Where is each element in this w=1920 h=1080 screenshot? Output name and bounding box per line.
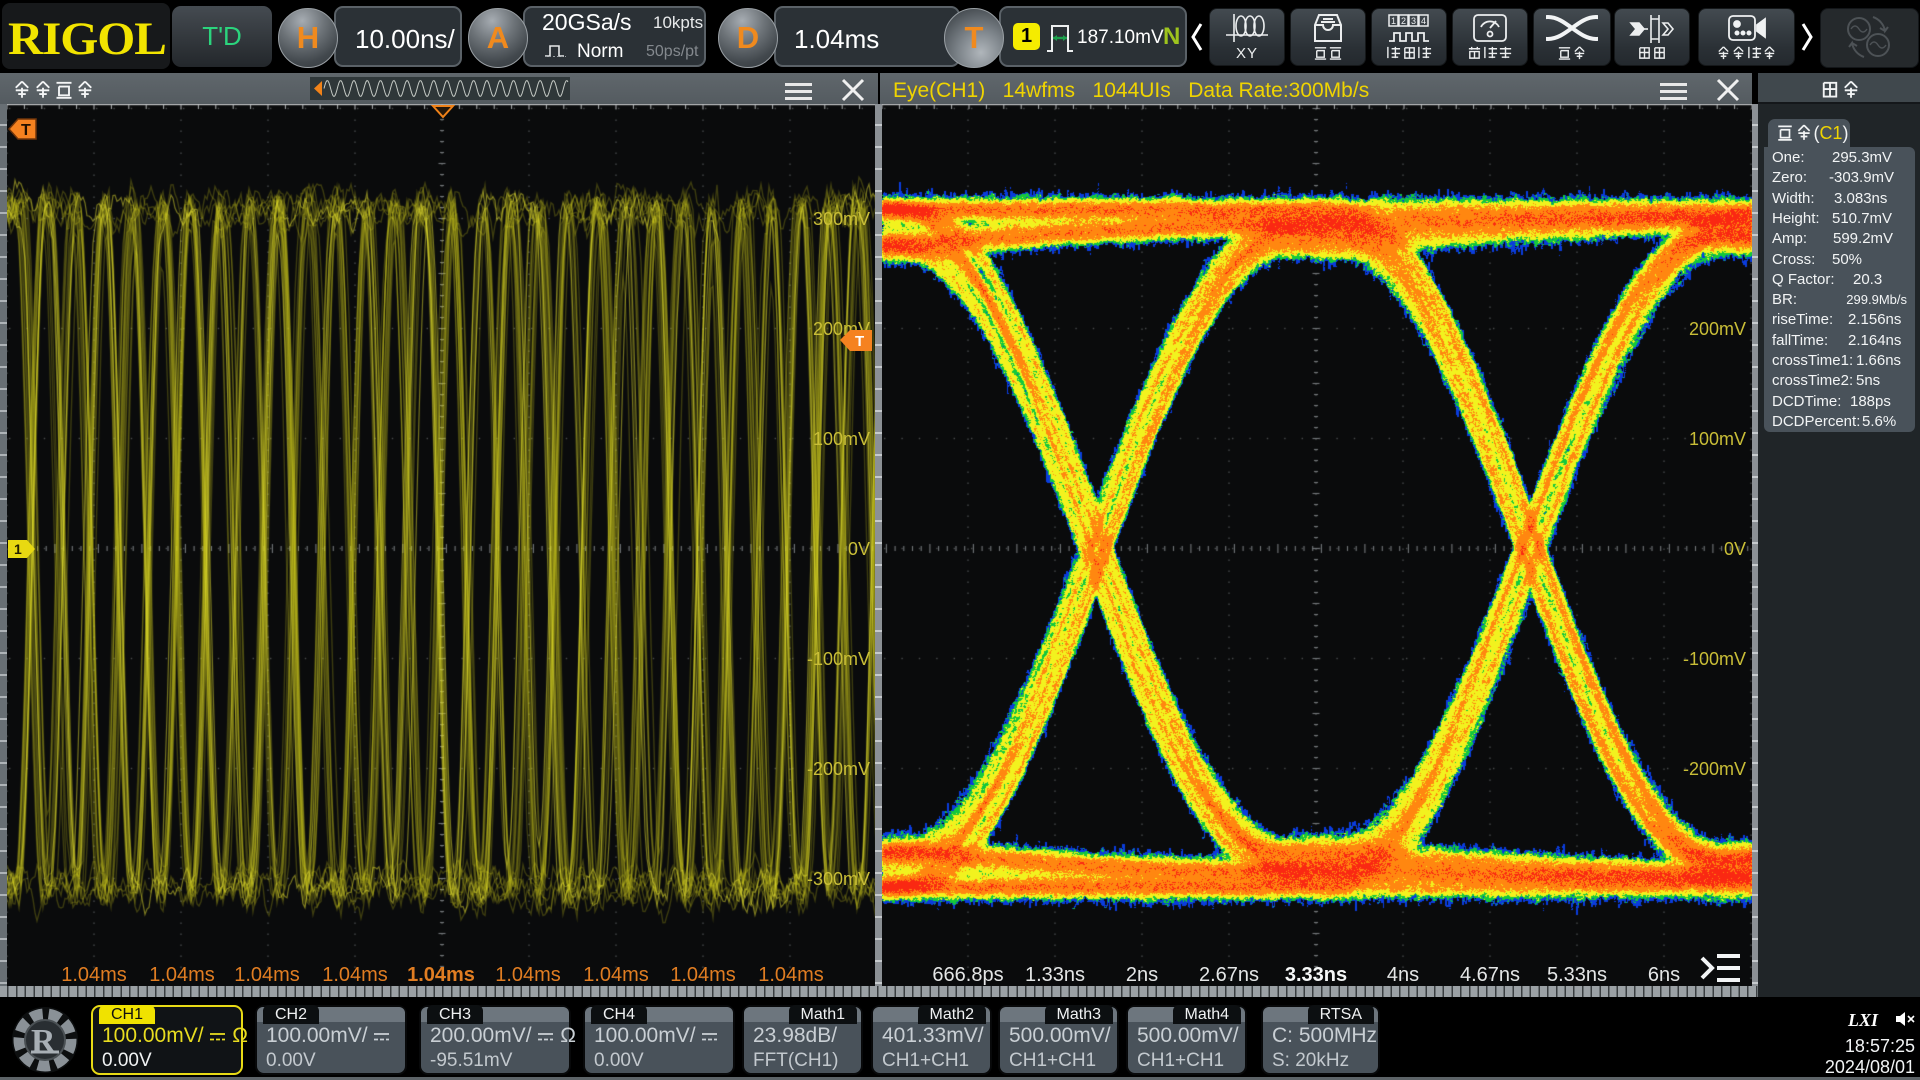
svg-text:1: 1 <box>1391 16 1396 26</box>
svg-text:T: T <box>21 122 31 139</box>
svg-text:2: 2 <box>1401 16 1406 26</box>
svg-text:3: 3 <box>1411 16 1416 26</box>
svg-text:4: 4 <box>1421 16 1426 26</box>
svg-text:1: 1 <box>14 541 22 557</box>
svg-text:T: T <box>855 333 864 350</box>
svg-text:R: R <box>31 1023 56 1060</box>
